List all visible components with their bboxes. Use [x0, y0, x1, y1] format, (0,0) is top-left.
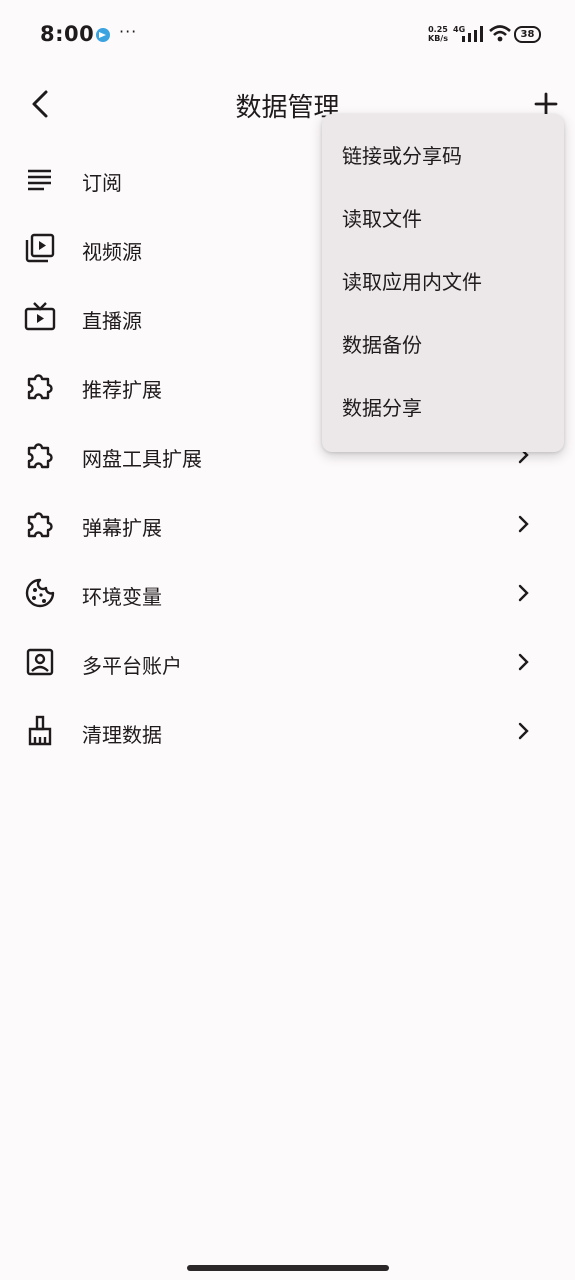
- live-tv-icon: [24, 302, 56, 331]
- puzzle-icon: [27, 443, 53, 469]
- status-time: 8:00: [40, 22, 95, 46]
- puzzle-icon: [27, 512, 53, 538]
- menu-item-link-or-share-code[interactable]: 链接或分享码: [322, 125, 564, 188]
- net-speed-unit: KB/s: [428, 34, 448, 43]
- list-item-label: 直播源: [82, 309, 142, 333]
- signal-icon: [462, 26, 483, 42]
- lines-icon: [28, 169, 51, 191]
- list-item-label: 多平台账户: [82, 654, 182, 678]
- list-item-env-variables[interactable]: 环境变量: [0, 559, 575, 628]
- list-item-label: 订阅: [82, 171, 122, 195]
- chevron-right-icon: [518, 515, 529, 533]
- chevron-right-icon: [518, 584, 529, 602]
- list-item-label: 网盘工具扩展: [82, 447, 202, 471]
- video-library-icon: [25, 233, 55, 263]
- chevron-right-icon: [518, 653, 529, 671]
- status-bar: 8:00 ··· 0.25 KB/s 4G 38: [0, 0, 575, 70]
- menu-item-data-share[interactable]: 数据分享: [322, 377, 564, 440]
- net-speed-value: 0.25: [428, 25, 448, 34]
- list-item-label: 推荐扩展: [82, 378, 162, 402]
- chevron-right-icon: [518, 722, 529, 740]
- account-box-icon: [26, 648, 54, 676]
- more-notifications: ···: [119, 22, 138, 41]
- list-item-accounts[interactable]: 多平台账户: [0, 628, 575, 697]
- battery-indicator: 38: [514, 26, 541, 43]
- wifi-icon: [489, 25, 511, 42]
- puzzle-icon: [27, 374, 53, 400]
- home-indicator[interactable]: [187, 1265, 389, 1271]
- telegram-icon: [96, 28, 110, 42]
- list-item-label: 清理数据: [82, 723, 162, 747]
- net-speed: 0.25 KB/s: [428, 25, 448, 43]
- list-item-label: 视频源: [82, 240, 142, 264]
- menu-item-read-file[interactable]: 读取文件: [322, 188, 564, 251]
- menu-item-read-app-file[interactable]: 读取应用内文件: [322, 251, 564, 314]
- screen: 8:00 ··· 0.25 KB/s 4G 38 数据管理 订阅 视频源 直播源…: [0, 0, 575, 1280]
- list-item-danmaku-extension[interactable]: 弹幕扩展: [0, 490, 575, 559]
- menu-item-data-backup[interactable]: 数据备份: [322, 314, 564, 377]
- list-item-label: 环境变量: [82, 585, 162, 609]
- add-popup-menu: 链接或分享码 读取文件 读取应用内文件 数据备份 数据分享: [322, 114, 564, 452]
- broom-icon: [28, 715, 52, 746]
- cookie-icon: [25, 578, 55, 608]
- list-item-label: 弹幕扩展: [82, 516, 162, 540]
- list-item-clear-data[interactable]: 清理数据: [0, 697, 575, 766]
